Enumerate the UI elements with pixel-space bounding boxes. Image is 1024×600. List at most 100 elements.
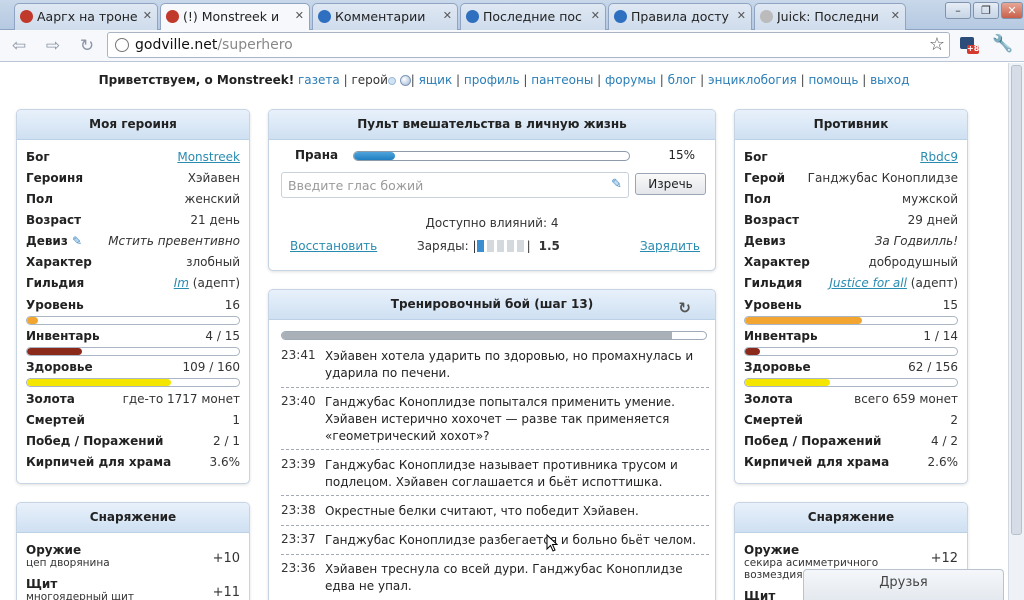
prana-value: 15% [668,148,695,162]
battle-log-entry: 23:39 Ганджубас Коноплидзе называет проти… [281,457,709,496]
recharge-link[interactable]: Зарядить [640,239,700,253]
equip-slot: Щит [744,589,776,600]
wrench-icon[interactable]: 🔧 [992,34,1013,54]
hero-god-link[interactable]: Monstreek [177,150,240,164]
tab-close-icon[interactable]: ✕ [143,9,152,22]
nav-logout[interactable]: выход [870,73,909,87]
enemy-row-god: Бог Rbdc9 [744,150,958,164]
prana-bar [353,151,630,161]
enemy-health-bar [744,378,958,387]
battle-progress-bar [281,331,707,340]
equip-item-name: цеп дворянина [26,557,110,569]
browser-tab[interactable]: Комментарии ✕ [312,3,458,30]
url-text: godville.net/superhero [135,37,293,53]
enemy-inventory-row: Инвентарь 1 / 14 [744,329,958,343]
page-content: Приветствуем, о Monstreek! газета | геро… [0,63,1008,600]
hero-level-row: Уровень 16 [26,298,240,312]
hero-stat-wins: Побед / Поражений 2 / 1 [26,434,240,448]
hero-stat-bricks: Кирпичей для храма 3.6% [26,455,240,469]
pencil-icon[interactable]: ✎ [611,177,622,192]
nav-hero[interactable]: герой [351,73,387,87]
hero-equipment-title: Снаряжение [17,503,249,533]
hero-row-god: Бог Monstreek [26,150,240,164]
battle-log-entry: 23:40 Ганджубас Коноплидзе попытался прим… [281,394,709,450]
enemy-row-name: Герой Ганджубас Коноплидзе [744,171,958,185]
address-bar[interactable]: godville.net/superhero ☆ [107,32,950,58]
tab-favicon-icon [20,10,33,23]
reload-icon[interactable]: ↻ [76,35,98,57]
tab-loading-icon [760,10,773,23]
enemy-level-bar [744,316,958,325]
equip-slot: Оружие [26,543,82,557]
enemy-god-link[interactable]: Rbdc9 [920,150,958,164]
nav-help[interactable]: помощь [808,73,858,87]
charge-slot [516,240,524,252]
tab-close-icon[interactable]: ✕ [295,9,304,22]
charge-indicator [476,239,527,253]
edit-motto-icon[interactable]: ✎ [72,234,82,248]
hero-row-gender: Пол женский [26,192,240,206]
browser-tab[interactable]: Последние пос ✕ [460,3,606,30]
nav-profile[interactable]: профиль [464,73,520,87]
tab-close-icon[interactable]: ✕ [737,9,746,22]
hero-row-guild: Гильдия Im (адепт) [26,276,240,290]
enemy-panel: Противник Бог Rbdc9 Герой Ганджубас Конопл… [734,109,968,484]
tab-favicon-icon [166,10,179,23]
tab-close-icon[interactable]: ✕ [591,9,600,22]
hero-panel-title: Моя героиня [17,110,249,140]
hero-row-character: Характер злобный [26,255,240,269]
enemy-stat-bricks: Кирпичей для храма 2.6% [744,455,958,469]
say-button[interactable]: Изречь [635,173,706,195]
hero-row-name: Героиня Хэйавен [26,171,240,185]
maximize-icon[interactable]: ❐ [973,2,999,19]
hero-row-age: Возраст 21 день [26,213,240,227]
influence-count: Доступно влияний: 4 [425,216,559,230]
hero-guild-link[interactable]: Im [174,276,189,290]
back-icon[interactable]: ⇦ [8,35,30,57]
battle-log-entry: 23:38 Окрестные белки считают, что победи… [281,503,709,526]
mouse-cursor-icon [546,534,558,552]
hero-panel: Моя героиня Бог Monstreek Героиня Хэйавен … [16,109,250,484]
scrollbar-thumb[interactable] [1011,65,1022,535]
enemy-guild-link[interactable]: Justice for all [829,276,907,290]
forward-icon[interactable]: ⇨ [42,35,64,57]
page-scrollbar[interactable] [1008,63,1024,600]
nav-encyclopedia[interactable]: энциклобогия [708,73,797,87]
refresh-icon[interactable]: ↻ [678,294,691,323]
friends-panel-toggle[interactable]: Друзья [803,569,1004,600]
enemy-row-gender: Пол мужской [744,192,958,206]
battle-panel: Тренировочный бой (шаг 13) ↻ 23:41 Хэйавен… [268,289,716,600]
enemy-panel-title: Противник [735,110,967,140]
nav-gazette[interactable]: газета [298,73,340,87]
browser-tab[interactable]: Juick: Последни ✕ [754,3,906,30]
charge-slot [496,240,504,252]
enemy-row-motto: Девиз За Годвилль! [744,234,958,248]
hero-health-bar [26,378,240,387]
hero-row-motto: Девиз ✎ Мстить превентивно [26,234,240,248]
hero-stat-deaths: Смертей 1 [26,413,240,427]
tab-close-icon[interactable]: ✕ [891,9,900,22]
equip-slot: Щит [26,577,58,591]
nav-mailbox[interactable]: ящик [419,73,453,87]
equip-slot: Оружие [744,543,800,557]
equip-bonus: +12 [930,551,958,566]
bookmark-star-icon[interactable]: ☆ [929,34,945,55]
nav-forums[interactable]: форумы [605,73,656,87]
browser-tab[interactable]: Правила досту ✕ [608,3,752,30]
nav-pantheons[interactable]: пантеоны [531,73,593,87]
close-window-icon[interactable]: ✕ [1001,2,1023,19]
minimize-icon[interactable]: – [945,2,971,19]
tab-close-icon[interactable]: ✕ [443,9,452,22]
enemy-equipment-title: Снаряжение [735,503,967,533]
extension-icon[interactable]: +8 [958,34,980,56]
enemy-row-character: Характер добродушный [744,255,958,269]
nav-blog[interactable]: блог [668,73,697,87]
extension-badge: +8 [967,44,980,53]
browser-tab[interactable]: Ааргх на троне ✕ [14,3,158,30]
enemy-health-row: Здоровье 62 / 156 [744,360,958,374]
restore-link[interactable]: Восстановить [290,239,377,253]
browser-tab-active[interactable]: (!) Monstreek и ✕ [160,3,310,30]
god-voice-input[interactable]: Введите глас божий ✎ [281,172,629,198]
enemy-row-guild: Гильдия Justice for all (адепт) [744,276,958,290]
browser-toolbar: ⇦ ⇨ ↻ godville.net/superhero ☆ +8 🔧 [0,30,1024,62]
